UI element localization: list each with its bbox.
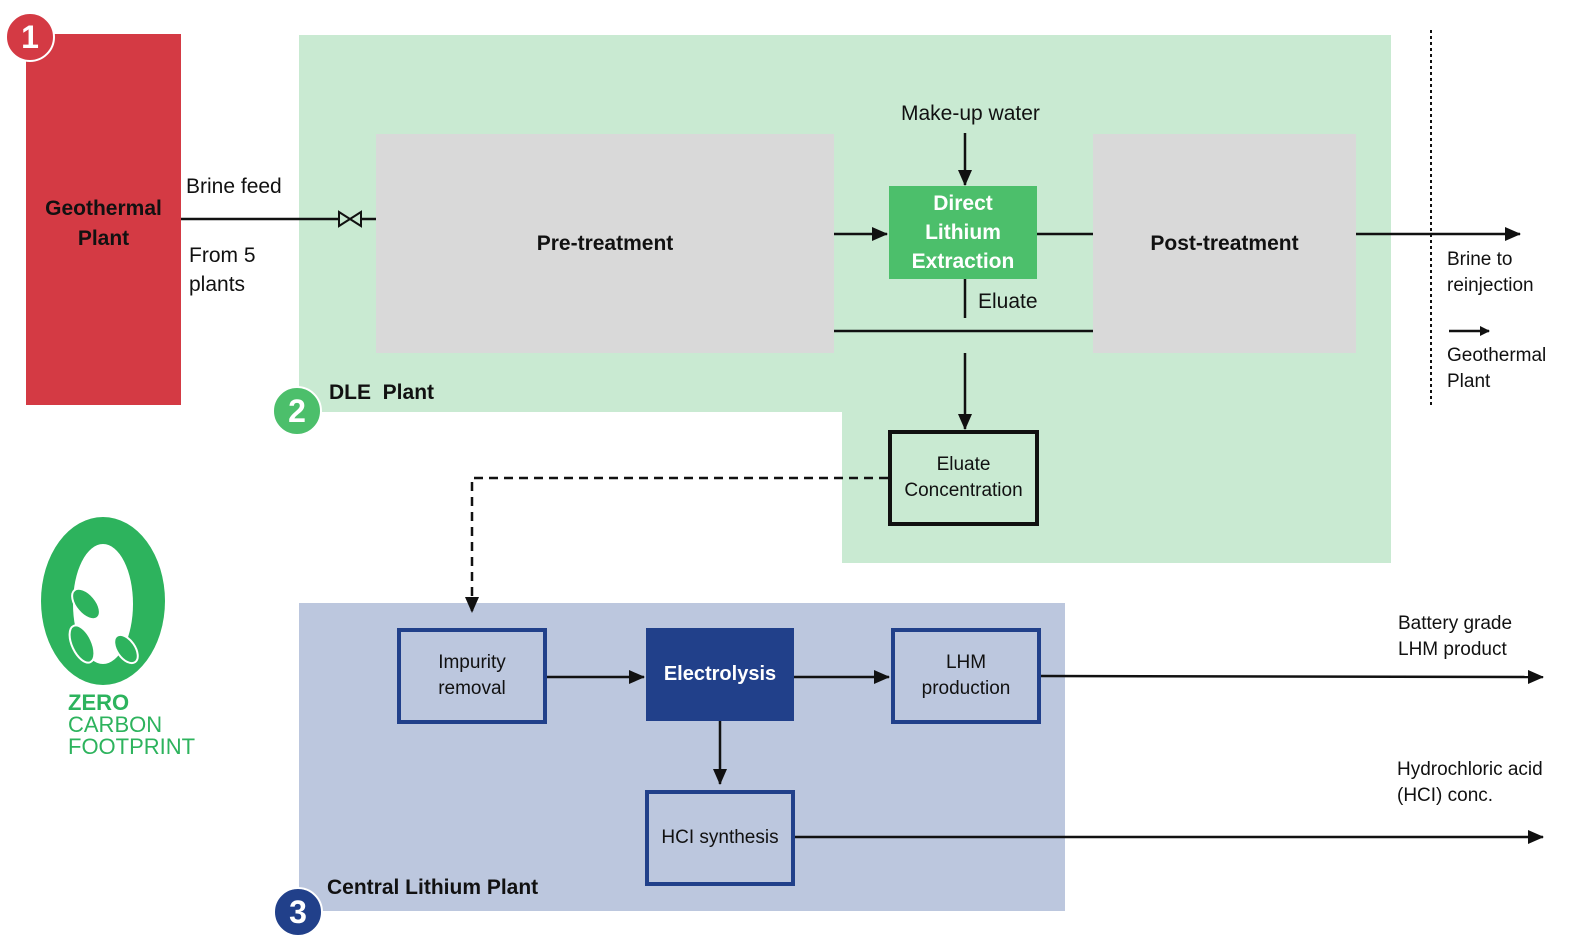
geothermal-return-line1: Geothermal (1447, 345, 1547, 366)
badge-central-number: 3 (289, 893, 307, 930)
makeup-water-label: Make-up water (901, 102, 1040, 125)
logo-line1: ZERO (68, 690, 130, 715)
dle-plant-title: DLE Plant (329, 381, 435, 404)
flow-lines (181, 30, 1544, 844)
lhm-product-line2: LHM product (1398, 639, 1507, 660)
logo-line3: FOOTPRINT (68, 734, 196, 759)
zero-carbon-logo: ZERO CARBON FOOTPRINT (34, 514, 204, 764)
badge-central: 3 (273, 887, 323, 937)
geothermal-return-line2: Plant (1447, 371, 1491, 392)
eluate-to-impurity-dashed-line (465, 476, 888, 613)
feed-source-line2: plants (189, 273, 246, 296)
feed-source-line1: From 5 (189, 244, 256, 267)
hcl-product-line2: (HCI) conc. (1397, 785, 1494, 806)
logo-line2: CARBON (68, 712, 163, 737)
brine-feed-label: Brine feed (186, 175, 282, 198)
geothermal-label-line1: Geothermal (45, 197, 162, 220)
brine-reinjection-line2: reinjection (1447, 275, 1534, 296)
eluate-label: Eluate (978, 290, 1038, 313)
lhm-product-arrow (1040, 669, 1544, 684)
badge-dle: 2 (272, 386, 322, 436)
badge-geothermal-number: 1 (21, 18, 39, 55)
valve-icon (338, 210, 362, 228)
badge-dle-number: 2 (288, 392, 306, 429)
lhm-product-line1: Battery grade (1398, 613, 1513, 634)
hcl-product-line1: Hydrochloric acid (1397, 759, 1543, 780)
geothermal-label-line2: Plant (77, 227, 130, 250)
central-plant-title: Central Lithium Plant (327, 876, 539, 899)
brine-reinjection-line1: Brine to (1447, 249, 1513, 270)
footprint-zero-icon (41, 517, 165, 685)
badge-geothermal: 1 (5, 12, 55, 62)
